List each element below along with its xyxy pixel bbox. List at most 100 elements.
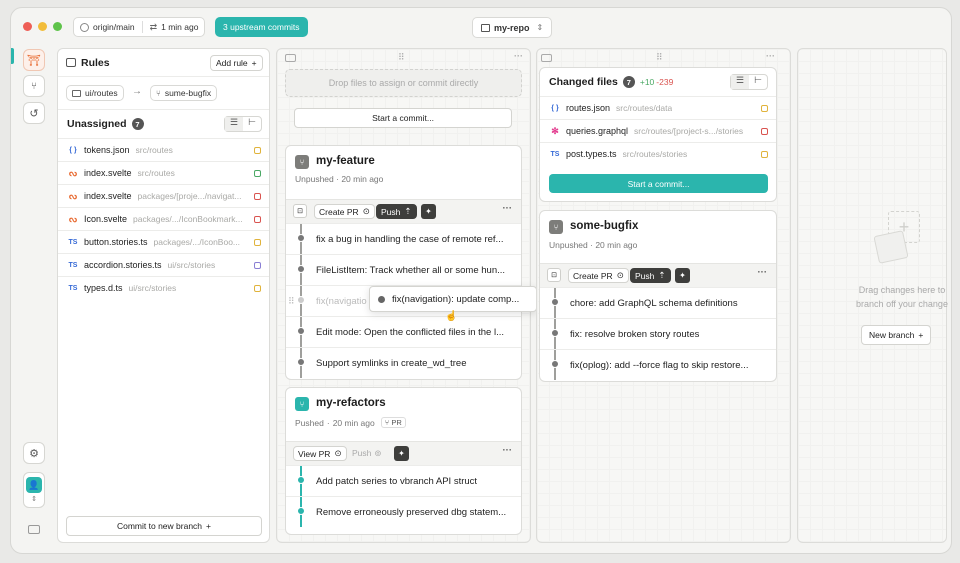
commit-dot-icon: [378, 296, 385, 303]
zoom-window-icon[interactable]: [53, 22, 62, 31]
create-pr-button[interactable]: Create PR ⊙: [314, 204, 375, 219]
branch-name[interactable]: my-feature: [316, 155, 375, 167]
tree-view-icon[interactable]: ⊢: [749, 75, 767, 89]
minimize-window-icon[interactable]: [38, 22, 47, 31]
add-rule-label: Add rule: [216, 58, 248, 68]
commit-row[interactable]: fix a bug in handling the case of remote…: [286, 223, 521, 254]
commit-message: fix(navigatio: [316, 295, 367, 307]
dragged-commit[interactable]: fix(navigation): update comp...: [369, 286, 537, 312]
commit-row[interactable]: fix: resolve broken story routes: [540, 318, 776, 349]
new-branch-button[interactable]: New branch +: [861, 325, 932, 345]
file-row[interactable]: { } tokens.json src/routes: [58, 138, 269, 161]
file-row[interactable]: ᔓ index.svelte src/routes: [58, 161, 269, 184]
branch-menu-icon[interactable]: ···: [758, 267, 768, 278]
lane-menu-icon[interactable]: ···: [766, 51, 775, 61]
push-button-disabled[interactable]: Push ⊚: [352, 448, 382, 459]
review-icon[interactable]: ⊡: [547, 268, 561, 282]
folder-icon: [72, 89, 81, 97]
file-row[interactable]: TS button.stories.ts packages/.../IconBoo.…: [58, 230, 269, 253]
push-label: Push: [635, 270, 655, 281]
sparkle-icon[interactable]: ✦: [394, 446, 409, 461]
branch-card-my-refactors: ⑂ my-refactors Pushed · 20 min ago ⑂ PR …: [285, 387, 522, 535]
sparkle-icon[interactable]: ✦: [675, 268, 690, 283]
commit-row[interactable]: FileListItem: Track whether all or some …: [286, 254, 521, 285]
lane-collapse-icon[interactable]: [285, 54, 296, 62]
tree-view-icon[interactable]: ⊢: [243, 117, 261, 131]
branch-menu-icon[interactable]: ···: [503, 445, 513, 456]
commit-row[interactable]: chore: add GraphQL schema definitions: [540, 287, 776, 318]
upstream-commits-badge[interactable]: 3 upstream commits: [215, 17, 308, 37]
branches-nav-button[interactable]: ⑂: [23, 75, 45, 97]
create-pr-label: Create PR: [319, 206, 359, 217]
push-button[interactable]: Push ⇡: [376, 204, 417, 219]
chevron-updown-icon: ⇕: [536, 23, 544, 32]
svelte-icon: ᔓ: [68, 213, 78, 224]
rules-title: Rules: [81, 57, 110, 69]
push-label: Push: [381, 206, 401, 217]
file-row[interactable]: ✻ queries.graphql src/routes/[project-s...…: [540, 119, 776, 142]
commit-new-branch-button[interactable]: Commit to new branch +: [66, 516, 262, 536]
commit-message: Support symlinks in create_wd_tree: [316, 357, 467, 369]
avatar: 👤: [26, 477, 42, 493]
file-row[interactable]: TS accordion.stories.ts ui/src/stories: [58, 253, 269, 276]
history-nav-button[interactable]: ↺: [23, 102, 45, 124]
close-window-icon[interactable]: [23, 22, 32, 31]
file-name: routes.json: [566, 103, 611, 113]
lane-collapse-icon[interactable]: [541, 54, 552, 62]
drag-handle-icon[interactable]: ⠿: [656, 52, 663, 63]
commit-row[interactable]: fix(oplog): add --force flag to skip res…: [540, 349, 776, 380]
dropzone[interactable]: Drop files to assign or commit directly: [285, 69, 522, 97]
commit-row[interactable]: Edit mode: Open the conflicted files in …: [286, 316, 521, 347]
file-row[interactable]: TS post.types.ts src/routes/stories: [540, 142, 776, 165]
repo-selector[interactable]: my-repo ⇕: [472, 17, 553, 38]
upstream-commits-label: 3 upstream commits: [223, 22, 300, 32]
file-name: post.types.ts: [566, 149, 617, 159]
changed-files-panel: Changed files 7 +10 -239 ☰ ⊢ { } routes.j…: [539, 67, 777, 202]
rule-to-chip[interactable]: ⑂ sume-bugfix: [150, 85, 218, 101]
last-fetch-label: 1 min ago: [161, 22, 199, 32]
mail-icon[interactable]: [28, 525, 40, 534]
branch-toolbar: View PR ⊙ Push ⊚ ✦ ···: [286, 441, 521, 465]
drag-hint-line1: Drag changes here to: [858, 285, 946, 295]
review-icon[interactable]: ⊡: [293, 204, 307, 218]
commit-dot: [297, 358, 305, 366]
view-toggle[interactable]: ☰ ⊢: [730, 74, 768, 90]
account-switcher[interactable]: 👤 ⇕: [23, 472, 45, 508]
commit-row[interactable]: Remove erroneously preserved dbg statem.…: [286, 496, 521, 527]
commit-message: Edit mode: Open the conflicted files in …: [316, 326, 504, 338]
commit-dot: [297, 234, 305, 242]
add-rule-button[interactable]: Add rule +: [210, 55, 263, 71]
branch-name[interactable]: some-bugfix: [570, 220, 638, 232]
commit-row[interactable]: Add patch series to vbranch API struct: [286, 465, 521, 496]
settings-button[interactable]: ⚙: [23, 442, 45, 464]
branch-icon: ⑂: [295, 155, 309, 169]
start-commit-button[interactable]: Start a commit...: [294, 108, 512, 128]
start-commit-button[interactable]: Start a commit...: [549, 174, 768, 193]
drag-illustration-icon: +: [873, 211, 924, 266]
push-button[interactable]: Push ⇡: [630, 268, 671, 283]
branch-status-text: Unpushed: [549, 240, 588, 250]
commit-row[interactable]: Support symlinks in create_wd_tree: [286, 347, 521, 378]
branch-menu-icon[interactable]: ···: [503, 203, 513, 214]
file-status-icon: [761, 128, 768, 135]
list-view-icon[interactable]: ☰: [225, 117, 243, 131]
create-pr-button[interactable]: Create PR ⊙: [568, 268, 629, 283]
commit-dot: [297, 265, 305, 273]
file-row[interactable]: ᔓ Icon.svelte packages/.../IconBookmark...: [58, 207, 269, 230]
view-pr-button[interactable]: View PR ⊙: [293, 446, 347, 461]
view-toggle[interactable]: ☰ ⊢: [224, 116, 262, 132]
file-row[interactable]: TS types.d.ts ui/src/stories: [58, 276, 269, 299]
file-row[interactable]: ᔓ index.svelte packages/[proje.../navigat.…: [58, 184, 269, 207]
file-row[interactable]: { } routes.json src/routes/data: [540, 96, 776, 119]
origin-branch-chip[interactable]: origin/main ⇄ 1 min ago: [73, 17, 206, 37]
file-status-icon: [254, 216, 261, 223]
rule-from-chip[interactable]: ui/routes: [66, 85, 124, 101]
drag-handle-icon[interactable]: ⠿: [398, 52, 405, 63]
pr-badge[interactable]: ⑂ PR: [380, 417, 406, 428]
list-view-icon[interactable]: ☰: [731, 75, 749, 89]
branch-name[interactable]: my-refactors: [316, 397, 386, 409]
lane-menu-icon[interactable]: ···: [514, 51, 523, 61]
file-path: src/routes/data: [616, 103, 673, 113]
workspace-nav-button[interactable]: ⛩: [23, 49, 45, 71]
sparkle-icon[interactable]: ✦: [421, 204, 436, 219]
